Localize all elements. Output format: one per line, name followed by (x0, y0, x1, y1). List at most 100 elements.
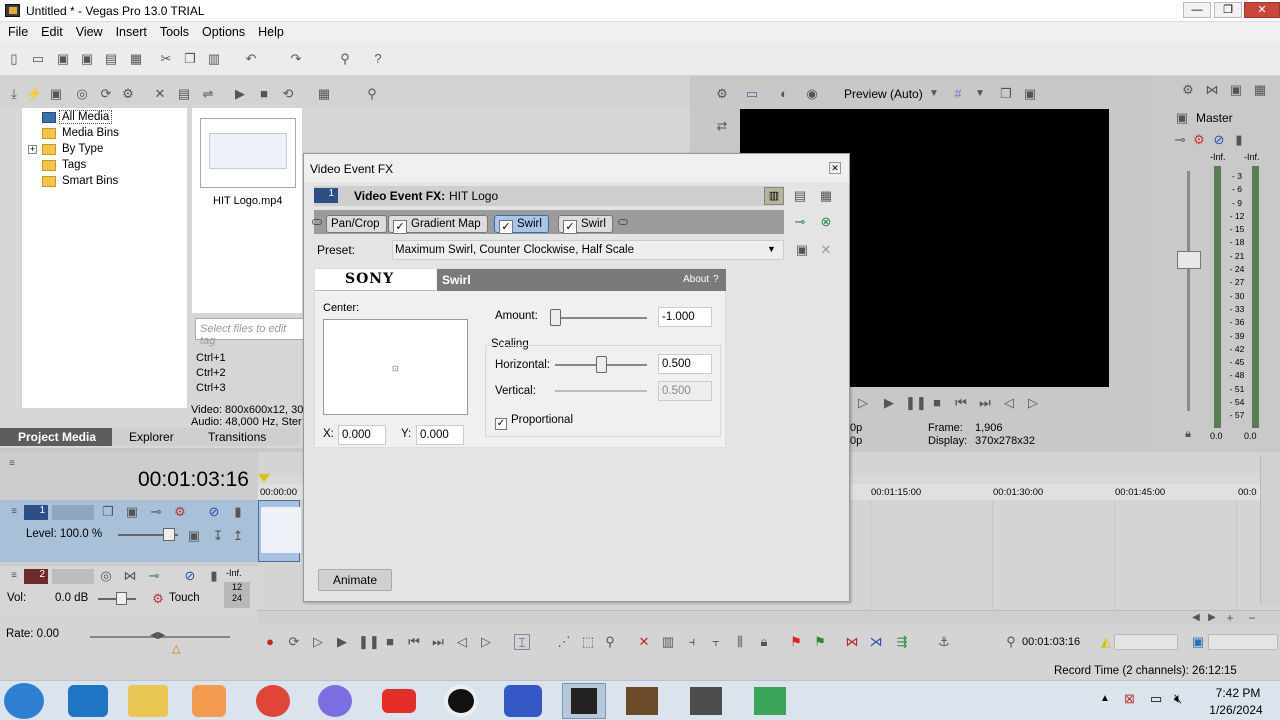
previous-frame-icon[interactable]: ◁ (454, 634, 470, 650)
views-icon[interactable]: ▦ (316, 86, 332, 102)
overlays-icon[interactable]: ◉ (804, 86, 820, 102)
plugin-chain-icon[interactable]: ⊸ (792, 214, 808, 230)
track-2-mute-icon[interactable]: ⊘ (182, 568, 198, 584)
envelope-edit-tool-icon[interactable]: ⋰ (556, 634, 572, 650)
track-fx-icon[interactable]: ⚙ (172, 504, 188, 520)
video-output-fx-icon[interactable]: ⚙ (714, 86, 730, 102)
arm-record-icon[interactable]: ◎ (98, 568, 114, 584)
extract-audio-icon[interactable]: ◎ (74, 86, 90, 102)
gradient-map-check-icon[interactable]: ✓ (393, 220, 407, 234)
split-screen-icon[interactable]: ◐ (776, 86, 792, 102)
trim-start-icon[interactable]: ⫞ (684, 634, 700, 650)
invert-phase-icon[interactable]: ⋈ (122, 568, 138, 584)
import-media-icon[interactable]: ⤓ (6, 86, 22, 102)
track-1-solo-icon[interactable]: ▮ (230, 504, 246, 520)
vol-slider-thumb[interactable] (116, 592, 127, 605)
scroll-right-icon[interactable]: ▶ (1204, 610, 1220, 626)
track-motion-icon[interactable]: ❐ (100, 504, 116, 520)
redo-icon[interactable]: ↷ (288, 51, 304, 67)
go-to-start-icon[interactable]: ⏮ (406, 634, 422, 650)
lock-icon[interactable]: 🔒︎ (1180, 426, 1196, 442)
media-generators-icon[interactable]: ⇌ (200, 86, 216, 102)
video-clip[interactable] (258, 500, 301, 562)
pause-icon[interactable]: ❚❚ (905, 395, 927, 411)
minimize-button[interactable]: — (1183, 2, 1211, 18)
track-1-menu-icon[interactable]: ≡ (6, 504, 22, 520)
menu-options[interactable]: Options (194, 22, 250, 39)
tree-tags[interactable]: Tags (62, 159, 86, 171)
normal-edit-tool-icon[interactable]: ⌶ (514, 634, 530, 650)
mixer-view-icon[interactable]: ▦ (1252, 82, 1268, 98)
vegas-icon-2[interactable] (626, 687, 658, 715)
remove-media-icon[interactable]: ✕ (152, 86, 168, 102)
tab-explorer[interactable]: Explorer (129, 430, 174, 444)
expand-icon[interactable]: + (28, 145, 37, 154)
swirl-2-check-icon[interactable]: ✓ (563, 220, 577, 234)
trim-icon[interactable]: ▥ (660, 634, 676, 650)
media-properties-icon[interactable]: ▤ (176, 86, 192, 102)
tree-media-bins[interactable]: Media Bins (62, 127, 119, 139)
delete-icon[interactable]: ✕ (636, 634, 652, 650)
audio-fx-icon[interactable]: ⊸ (146, 568, 162, 584)
excel-icon[interactable] (754, 687, 786, 715)
horizontal-input[interactable]: 0.500 (658, 354, 712, 374)
timeline-vertical-scrollbar[interactable] (1260, 455, 1280, 605)
cut-icon[interactable]: ✂ (158, 51, 174, 67)
swirl-check-icon[interactable]: ✓ (499, 220, 513, 234)
timeline-play-icon[interactable]: ▶ (334, 634, 350, 650)
menu-file[interactable]: File (0, 22, 33, 39)
chain-swirl-2[interactable]: ✓ Swirl (558, 215, 613, 234)
play-from-start-icon[interactable]: ▷ (310, 634, 326, 650)
y-input[interactable]: 0.000 (416, 425, 464, 445)
proportional-checkbox[interactable]: ✓ Proportional (495, 414, 573, 430)
about-help-icon[interactable]: ? (713, 274, 719, 285)
display-icon[interactable]: ▭ (1150, 691, 1162, 707)
track-2-solo-icon[interactable]: ▮ (206, 568, 222, 584)
selection-start-field[interactable] (1114, 634, 1178, 650)
tab-transitions[interactable]: Transitions (208, 430, 266, 444)
zoom-edit-tool-icon[interactable]: ⚲ (602, 634, 618, 650)
copy-snapshot-icon[interactable]: ❐ (998, 86, 1014, 102)
level-slider-thumb[interactable] (163, 528, 175, 541)
search-media-icon[interactable]: ⚲ (364, 86, 380, 102)
new-project-icon[interactable]: ▯ (6, 51, 22, 67)
preview-quality[interactable]: Preview (Auto) (844, 87, 923, 101)
refresh-icon[interactable]: ⟳ (98, 86, 114, 102)
master-fx-icon[interactable]: ⊸ (1172, 132, 1188, 148)
vertical-input[interactable]: 0.500 (658, 381, 712, 401)
close-button[interactable]: ✕ (1244, 2, 1280, 18)
track-link-icon[interactable]: ⊸ (148, 504, 164, 520)
save-preset-icon[interactable]: ▣ (794, 242, 810, 258)
menu-edit[interactable]: Edit (33, 22, 68, 39)
master-fader-handle[interactable] (1177, 251, 1201, 269)
make-compositing-child-icon[interactable]: ↧ (210, 528, 226, 544)
track-2-menu-icon[interactable]: ≡ (6, 568, 22, 584)
media-thumbnail[interactable] (200, 118, 296, 188)
grid-dropdown-icon[interactable]: ▼ (972, 86, 988, 102)
start-button[interactable] (4, 683, 44, 719)
tree-all-media[interactable]: All Media (58, 110, 113, 124)
timeline-stop-icon[interactable]: ■ (382, 634, 398, 650)
get-media-icon[interactable]: ▣ (48, 86, 64, 102)
timeline-menu-icon[interactable]: ≡ (4, 456, 20, 472)
delete-preset-icon[interactable]: ✕ (818, 242, 834, 258)
next-frame-icon[interactable]: ▷ (478, 634, 494, 650)
solo-icon[interactable]: ▮ (1231, 132, 1247, 148)
properties-icon[interactable]: ▦ (128, 51, 144, 67)
play-icon[interactable]: ▶ (881, 395, 897, 411)
track-composite-icon[interactable]: ▣ (124, 504, 140, 520)
amount-slider-thumb[interactable] (550, 309, 561, 326)
undo-icon[interactable]: ↶ (243, 51, 259, 67)
open-icon[interactable]: ▭ (30, 51, 46, 67)
x-input[interactable]: 0.000 (338, 425, 386, 445)
tree-by-type[interactable]: By Type (62, 143, 103, 155)
mixer-fx-icon[interactable]: ▣ (1228, 82, 1244, 98)
center-picker[interactable]: ⊡ (323, 319, 468, 415)
media-file-name[interactable]: HIT Logo.mp4 (213, 195, 283, 207)
vegas-taskbar-active[interactable] (562, 683, 606, 719)
stop-icon[interactable]: ■ (929, 395, 945, 411)
fx-chain-list-icon[interactable]: ▤ (792, 188, 808, 204)
network-status-icon[interactable]: ⊠ (1124, 691, 1135, 707)
track-1-name[interactable] (52, 505, 94, 520)
snapping-icon[interactable]: ⚓︎ (936, 634, 952, 650)
